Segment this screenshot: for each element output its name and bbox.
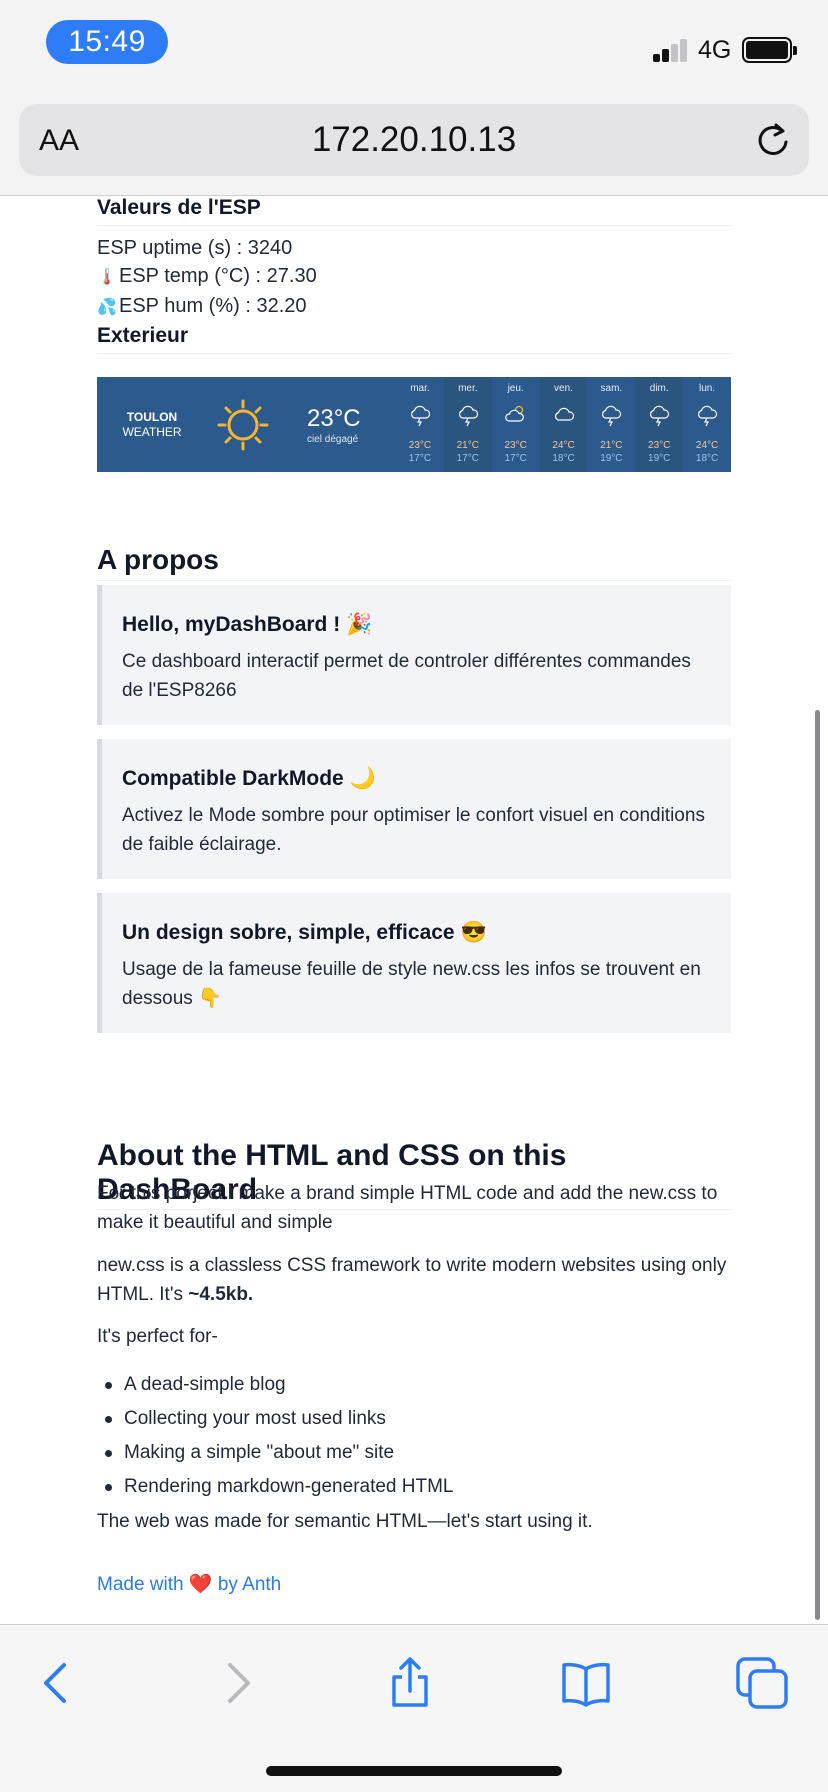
about-paragraph: It's perfect for- — [97, 1326, 218, 1347]
network-type: 4G — [698, 36, 732, 64]
rain-cloud-icon — [602, 405, 622, 427]
partly-cloudy-icon — [504, 405, 524, 422]
esp-section-title: Valeurs de l'ESP — [97, 196, 731, 226]
heart-icon: ❤️ — [188, 1574, 213, 1595]
weather-current-temp: 23°C — [307, 405, 361, 432]
card-body: Activez le Mode sombre pour optimiser le… — [122, 805, 705, 855]
esp-temp: 🌡️ ESP temp (°C) : 27.30 — [97, 262, 731, 292]
card-body: Ce dashboard interactif permet de contro… — [122, 651, 691, 701]
share-icon[interactable] — [382, 1655, 438, 1711]
status-time: 15:49 — [46, 20, 168, 64]
list-item: Rendering markdown-generated HTML — [97, 1470, 731, 1504]
weather-location: TOULON WEATHER — [122, 410, 182, 439]
forecast-day: ven. 24°C 18°C — [539, 377, 588, 472]
url-text[interactable]: 172.20.10.13 — [19, 120, 809, 160]
battery-icon — [742, 37, 797, 63]
made-with-link[interactable]: Made with ❤️ by Anth — [97, 1572, 281, 1596]
list-item: A dead-simple blog — [97, 1368, 731, 1402]
address-bar[interactable]: AA 172.20.10.13 — [19, 104, 809, 176]
list-item: Making a simple "about me" site — [97, 1436, 731, 1470]
info-card: Un design sobre, simple, efficace 😎 Usag… — [97, 893, 731, 1033]
card-body: Usage de la fameuse feuille de style new… — [122, 959, 701, 1009]
info-card: Hello, myDashBoard ! 🎉 Ce dashboard inte… — [97, 585, 731, 725]
browser-top-bar: 15:49 4G AA 172.20.10.13 — [0, 0, 828, 196]
forecast-day: jeu. 23°C 17°C — [504, 383, 527, 464]
feature-list: A dead-simple blog Collecting your most … — [97, 1368, 731, 1504]
card-title: Hello, myDashBoard ! 🎉 — [122, 613, 373, 636]
rain-cloud-icon — [650, 405, 670, 427]
thermometer-icon: 🌡️ — [97, 269, 117, 286]
about-paragraph: new.css is a classless CSS framework to … — [97, 1255, 727, 1305]
sun-icon — [217, 399, 269, 451]
weather-forecast: mar. 23°C 17°C mer. 21°C 17°C jeu. 23°C … — [396, 377, 731, 472]
forecast-day: dim. 23°C 19°C — [635, 377, 684, 472]
forward-icon[interactable] — [208, 1655, 264, 1711]
droplets-icon: 💦 — [97, 299, 117, 316]
cellular-signal-icon — [653, 38, 691, 62]
weather-condition: ciel dégagé — [307, 434, 359, 445]
weather-widget[interactable]: TOULON WEATHER 23°C ciel dégagé mar. 23°… — [97, 377, 731, 472]
forecast-day: mar. 23°C 17°C — [408, 383, 432, 464]
card-title: Un design sobre, simple, efficace 😎 — [122, 921, 487, 944]
info-card: Compatible DarkMode 🌙 Activez le Mode so… — [97, 739, 731, 879]
esp-uptime: ESP uptime (s) : 3240 — [97, 237, 293, 259]
about-paragraph: The web was made for semantic HTML—let's… — [97, 1511, 593, 1532]
exterior-section-title: Exterieur — [97, 324, 731, 354]
rain-cloud-icon — [698, 405, 718, 427]
reload-icon[interactable] — [753, 120, 793, 160]
esp-hum: 💦 ESP hum (%) : 32.20 — [97, 292, 731, 322]
rain-cloud-icon — [411, 405, 431, 427]
tabs-icon[interactable] — [734, 1655, 790, 1711]
card-title: Compatible DarkMode 🌙 — [122, 767, 376, 790]
cloud-icon — [554, 407, 574, 421]
back-icon[interactable] — [30, 1655, 86, 1711]
forecast-day: mer. 21°C 17°C — [443, 377, 492, 472]
bookmarks-icon[interactable] — [558, 1655, 614, 1711]
home-indicator[interactable] — [266, 1766, 562, 1776]
scrollbar[interactable] — [815, 710, 820, 1620]
list-item: Collecting your most used links — [97, 1402, 731, 1436]
rain-cloud-icon — [458, 405, 478, 427]
forecast-day: sam. 21°C 19°C — [600, 383, 623, 464]
forecast-day: lun. 24°C 18°C — [695, 383, 719, 464]
about-paragraph: For this porject I make a brand simple H… — [97, 1183, 718, 1233]
apropos-title: A propos — [97, 544, 731, 581]
